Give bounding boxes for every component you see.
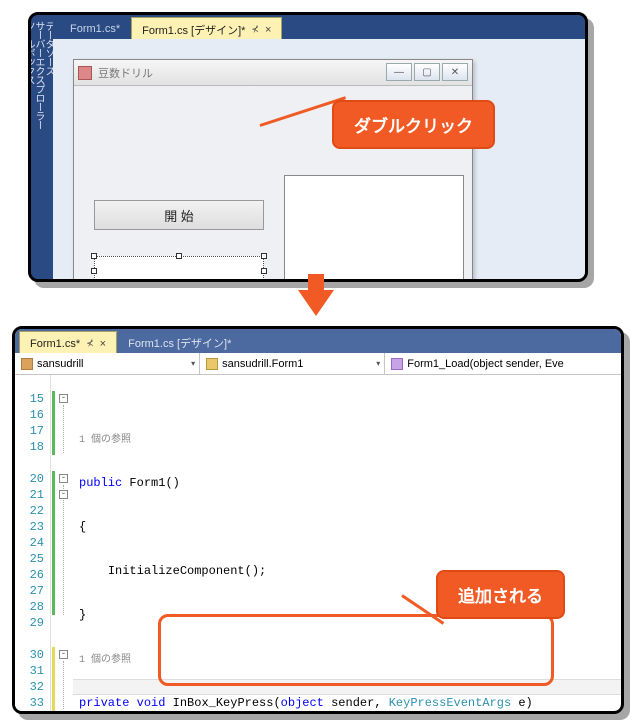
nav-method-dropdown[interactable]: Form1_Load(object sender, Eve [385,353,621,374]
maximize-button[interactable]: ▢ [414,63,440,81]
resize-handle[interactable] [91,268,97,274]
resize-handle[interactable] [261,253,267,259]
close-icon[interactable]: × [265,24,271,36]
form-preview-window[interactable]: 豆数ドリル — ▢ ✕ 開 始 [73,59,473,282]
form-titlebar: 豆数ドリル — ▢ ✕ [74,60,472,86]
minimize-button[interactable]: — [386,63,412,81]
tab-form1-cs-code[interactable]: Form1.cs* ⊀ × [19,331,117,353]
codelens-ref[interactable]: 1 個の参照 [79,435,131,446]
method-icon [391,358,403,370]
nav-method-label: Form1_Load(object sender, Eve [407,358,564,370]
fold-toggle[interactable]: - [59,490,68,499]
side-tool-toolbox[interactable]: ツールボックス [28,21,33,277]
tab-form1-design-code[interactable]: Form1.cs [デザイン]* [117,331,242,353]
form-app-icon [78,66,92,80]
start-button[interactable]: 開 始 [94,200,264,230]
resize-handle[interactable] [176,253,182,259]
fold-toggle[interactable]: - [59,474,68,483]
selected-control[interactable] [94,256,264,282]
resize-handle[interactable] [91,253,97,259]
code-tab-row: Form1.cs* ⊀ × Form1.cs [デザイン]* [15,329,621,353]
callout-double-click: ダブルクリック [332,100,495,149]
code-nav-bar: sansudrill ▾ sansudrill.Form1 ▾ Form1_Lo… [15,353,621,375]
fold-toggle[interactable]: - [59,650,68,659]
tab-form1-design[interactable]: Form1.cs [デザイン]* ⊀ × [131,17,282,39]
fold-toggle[interactable]: - [59,394,68,403]
start-button-label: 開 始 [164,206,194,225]
callout-text: 追加される [458,587,543,606]
designer-panel: データソース サーバーエクスプローラー ツールボックス Form1.cs* Fo… [28,12,588,282]
code-editor-panel: Form1.cs* ⊀ × Form1.cs [デザイン]* sansudril… [12,326,624,714]
flow-arrow-icon [298,290,334,316]
close-icon[interactable]: × [100,338,106,350]
vs-side-toolbar: データソース サーバーエクスプローラー ツールボックス [31,15,53,279]
code-text-area[interactable]: 1 個の参照 public Form1() { InitializeCompon… [73,375,621,714]
fold-gutter: - - - - [59,375,73,714]
code-editor[interactable]: 15161718202122232425262728293031323334 -… [15,375,621,714]
pin-icon[interactable]: ⊀ [251,24,259,35]
callout-text: ダブルクリック [354,117,473,136]
tab-label: Form1.cs [デザイン]* [128,335,231,351]
tab-form1-cs[interactable]: Form1.cs* [59,17,131,39]
chevron-down-icon: ▾ [191,359,195,368]
line-number-gutter: 15161718202122232425262728293031323334 [15,375,51,714]
nav-project-dropdown[interactable]: sansudrill ▾ [15,353,200,374]
tab-label: Form1.cs [デザイン]* [142,22,245,38]
tab-label: Form1.cs* [70,23,120,35]
nav-class-label: sansudrill.Form1 [222,358,303,370]
callout-added: 追加される [436,570,565,619]
designer-tab-row: Form1.cs* Form1.cs [デザイン]* ⊀ × [53,15,585,39]
chevron-down-icon: ▾ [376,359,380,368]
outbox-list[interactable] [284,175,464,282]
class-icon [206,358,218,370]
close-button[interactable]: ✕ [442,63,468,81]
side-tool-serverexplorer[interactable]: サーバーエクスプローラー [33,21,43,277]
pin-icon[interactable]: ⊀ [86,338,94,349]
nav-project-label: sansudrill [37,358,83,370]
form-title: 豆数ドリル [98,65,153,81]
project-icon [21,358,33,370]
resize-handle[interactable] [261,268,267,274]
designer-canvas[interactable]: 豆数ドリル — ▢ ✕ 開 始 [53,39,585,279]
nav-class-dropdown[interactable]: sansudrill.Form1 ▾ [200,353,385,374]
codelens-ref[interactable]: 1 個の参照 [79,655,131,666]
tab-label: Form1.cs* [30,338,80,350]
side-tool-datasource[interactable]: データソース [43,21,53,277]
change-mark-gutter [51,375,59,714]
